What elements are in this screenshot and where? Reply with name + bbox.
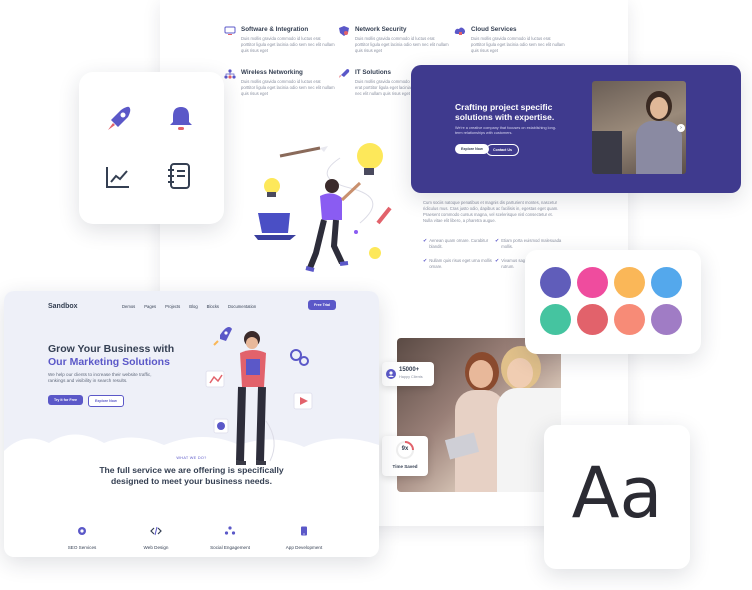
clients-label: Happy Clients bbox=[399, 375, 423, 379]
banner-text: We're a creative company that focuses on… bbox=[455, 126, 557, 135]
color-swatch-blue bbox=[651, 267, 682, 298]
monitor-icon bbox=[224, 26, 236, 35]
nav-projects[interactable]: Projects bbox=[165, 304, 180, 309]
try-free-button[interactable]: Try it for Free bbox=[48, 395, 83, 405]
notebook-icon bbox=[168, 163, 190, 189]
color-swatch-red bbox=[577, 304, 608, 335]
service-text: Duis mollis gravida commodo id luctus er… bbox=[355, 36, 449, 53]
rocket-icon bbox=[339, 69, 350, 78]
color-palette-card bbox=[525, 250, 701, 354]
phone-icon bbox=[301, 526, 307, 536]
service-title: Network Security bbox=[355, 26, 407, 33]
service-label: Web Design bbox=[143, 545, 169, 550]
shield-icon bbox=[339, 26, 349, 36]
color-swatch-green bbox=[540, 304, 571, 335]
section-label: WHAT WE DO? bbox=[176, 456, 207, 460]
chart-icon bbox=[106, 167, 129, 188]
nav-demos[interactable]: Demos bbox=[122, 304, 135, 309]
service-text: Duis mollis gravida commodo id luctus er… bbox=[241, 36, 335, 53]
rocket-icon bbox=[108, 106, 131, 130]
banner-photo bbox=[592, 81, 686, 174]
time-saved-badge: 9x Time Saved bbox=[382, 436, 428, 476]
hero-illustration bbox=[205, 327, 313, 465]
hero-banner: Crafting project specific solutions with… bbox=[411, 65, 741, 193]
typography-card: Aa bbox=[544, 425, 690, 569]
color-swatch-orange bbox=[614, 304, 645, 335]
banner-title-line2: solutions with expertise. bbox=[455, 112, 555, 122]
clients-badge: 15000+ Happy Clients bbox=[382, 362, 434, 386]
icons-card bbox=[79, 72, 224, 224]
color-swatch-yellow bbox=[614, 267, 645, 298]
service-seo[interactable]: SEO Services bbox=[56, 523, 108, 550]
code-icon bbox=[150, 526, 162, 536]
section-title-line1: The full service we are offering is spec… bbox=[99, 465, 284, 475]
network-icon bbox=[224, 69, 236, 79]
service-social[interactable]: Social Engagement bbox=[202, 523, 258, 550]
service-text: Duis mollis gravida commodo id luctus er… bbox=[241, 79, 335, 96]
nav-documentation[interactable]: Documentation bbox=[228, 304, 256, 309]
users-icon bbox=[386, 369, 396, 379]
hero-title-line1: Grow Your Business with bbox=[48, 343, 175, 355]
checklist-item: Aenean quam ornare. Curabitur blandit. bbox=[429, 238, 489, 249]
main-site-card: Sandbox Demos Pages Projects Blog Blocks… bbox=[4, 291, 379, 557]
service-title: Cloud Services bbox=[471, 26, 517, 33]
bell-icon bbox=[170, 107, 192, 130]
check-icon: ✔ bbox=[495, 238, 500, 244]
check-icon: ✔ bbox=[423, 258, 428, 264]
service-title: IT Solutions bbox=[355, 69, 392, 76]
section-title-line2: designed to meet your business needs. bbox=[111, 476, 272, 486]
main-nav: Demos Pages Projects Blog Blocks Documen… bbox=[122, 304, 265, 309]
service-title: Software & Integration bbox=[241, 26, 309, 33]
color-swatch-purple bbox=[540, 267, 571, 298]
idea-illustration bbox=[254, 143, 392, 272]
free-trial-button[interactable]: Free Trial bbox=[308, 300, 336, 310]
nav-blocks[interactable]: Blocks bbox=[207, 304, 219, 309]
time-saved-value: 9x bbox=[401, 446, 409, 452]
service-label: Social Engagement bbox=[210, 545, 250, 550]
hero-title-line2: Our Marketing Solutions bbox=[48, 355, 170, 368]
checklist-item: Nullam quis risus eget urna mollis ornar… bbox=[429, 258, 492, 269]
time-saved-label: Time Saved bbox=[392, 464, 418, 469]
service-text: Duis mollis gravida commodo id luctus er… bbox=[471, 36, 565, 53]
clients-value: 15000+ bbox=[399, 367, 420, 373]
brand-logo[interactable]: Sandbox bbox=[48, 303, 78, 310]
explore-now-hero-button[interactable]: Explore Now bbox=[88, 395, 124, 407]
color-swatch-violet bbox=[651, 304, 682, 335]
check-icon: ✔ bbox=[495, 258, 500, 264]
explore-now-button[interactable]: Explore Now bbox=[455, 144, 489, 154]
nav-pages[interactable]: Pages bbox=[144, 304, 156, 309]
service-web-design[interactable]: Web Design bbox=[130, 523, 182, 550]
contact-us-button[interactable]: Contact Us bbox=[486, 144, 519, 156]
people-icon bbox=[224, 526, 236, 535]
service-app-dev[interactable]: App Development bbox=[276, 523, 332, 550]
typography-sample: Aa bbox=[571, 452, 663, 534]
nav-blog[interactable]: Blog bbox=[189, 304, 197, 309]
checklist-item: Etiam porta euismod malesuada mollis. bbox=[501, 238, 562, 249]
color-swatch-pink bbox=[577, 267, 608, 298]
slider-next-arrow[interactable]: › bbox=[677, 124, 685, 132]
banner-title-line1: Crafting project specific bbox=[455, 102, 553, 112]
hero-text: We help our clients to increase their we… bbox=[48, 372, 152, 384]
cloud-icon bbox=[454, 27, 465, 35]
seo-icon bbox=[78, 527, 86, 535]
service-title: Wireless Networking bbox=[241, 69, 303, 76]
about-paragraph: Cum sociis natoque penatibus et magnis d… bbox=[423, 200, 559, 223]
service-label: SEO Services bbox=[67, 545, 97, 550]
check-icon: ✔ bbox=[423, 238, 428, 244]
service-label: App Development bbox=[285, 545, 323, 550]
